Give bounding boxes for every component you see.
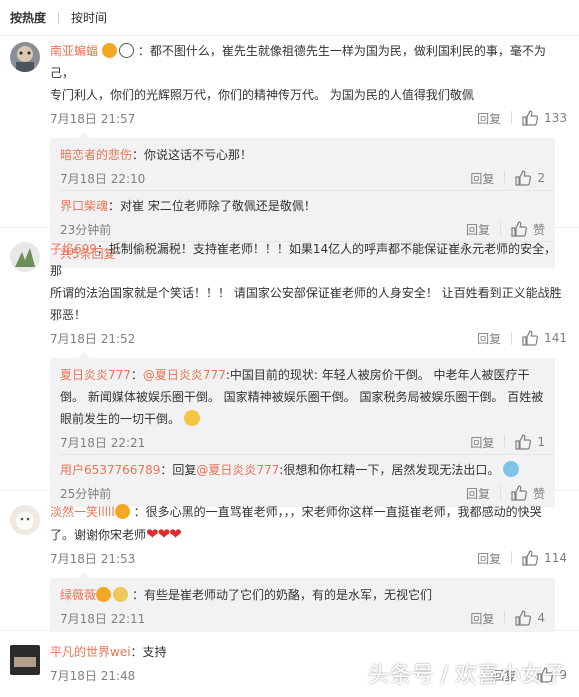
comment-time: 7月18日 21:53 — [50, 551, 136, 566]
comment-item: 南亚蝙蝠 ：都不图什么，崔先生就像祖德先生一样为国为民，做利国利民的事，毫不为己… — [0, 36, 579, 268]
comment-body-line: 专门利人，你们的光辉照万代，你们的精神传万代。 为国为民的人值得我们敬佩 — [50, 88, 474, 102]
thumbs-up-icon — [515, 434, 532, 450]
user-badges — [96, 587, 129, 602]
panda-badge-icon — [118, 43, 134, 58]
divider — [511, 111, 513, 125]
emoji-icon — [503, 461, 520, 477]
comment-item: 子焰699：抵制偷税漏税！支持崔老师！！！如果14亿人的呼声都不能保证崔永元老师… — [0, 228, 579, 507]
thumbs-up-icon — [515, 610, 532, 626]
divider — [511, 551, 513, 565]
comment-username[interactable]: 南亚蝙蝠 — [50, 44, 98, 58]
reply-username[interactable]: 绿薇薇 — [60, 588, 96, 602]
reply-button[interactable]: 回复 — [477, 550, 501, 567]
comment-body-line: 了。谢谢你宋老师 — [50, 528, 147, 542]
avatar[interactable] — [10, 505, 40, 535]
reply-list: 绿薇薇 ：有些是崔老师动了它们的奶酪，有的是水军，无视它们 7月18日 22:11… — [50, 572, 555, 632]
emoji-icon — [183, 410, 200, 426]
divider — [504, 171, 506, 185]
mention-link[interactable]: @夏日炎炎777 — [143, 368, 226, 382]
like-button[interactable]: 1 — [515, 434, 545, 450]
reply-text: :中国目前的现状: 年轻人被房价干倒。 中老年人被医疗干 — [225, 368, 530, 382]
divider — [504, 611, 506, 625]
reply-time: 7月18日 22:11 — [60, 611, 146, 626]
reply-text: ：有些是崔老师动了它们的奶酪，有的是水军，无视它们 — [132, 588, 433, 602]
reply-button[interactable]: 回复 — [477, 110, 501, 127]
user-badges — [101, 43, 134, 58]
sort-bar: 按热度 按时间 — [0, 0, 579, 36]
like-count: 114 — [544, 551, 567, 565]
like-button[interactable]: 141 — [522, 330, 567, 346]
reply-item: 夏日炎炎777：@夏日炎炎777:中国目前的现状: 年轻人被房价干倒。 中老年人… — [60, 360, 555, 455]
reply-username[interactable]: 暗恋者的悲伤 — [60, 148, 132, 162]
like-count: 2 — [537, 171, 545, 185]
reply-text: :很想和你杠精一下，居然发现无法出口。 — [279, 463, 500, 477]
reply-username[interactable]: 界口柴魂 — [60, 199, 108, 213]
avatar[interactable] — [10, 645, 40, 675]
reply-button[interactable]: 回复 — [477, 330, 501, 347]
comment-username[interactable]: 子焰699 — [50, 242, 97, 256]
reply-button[interactable]: 回复 — [470, 170, 494, 187]
reply-time: 7月18日 22:21 — [60, 435, 146, 450]
member-badge-icon — [114, 504, 130, 519]
avatar[interactable] — [10, 42, 40, 72]
like-count: 141 — [544, 331, 567, 345]
reply-text-line: 眼前发生的一切干倒。 — [60, 412, 181, 426]
comment-body-line: 所谓的法治国家就是个笑话！！！ 请国家公安部保证崔老师的人身安全！ 让百姓看到正… — [50, 286, 562, 300]
like-count: 1 — [537, 435, 545, 449]
reply-button[interactable]: 回复 — [470, 610, 494, 627]
like-count: 4 — [537, 611, 545, 625]
divider — [504, 435, 506, 449]
comment-body: ：抵制偷税漏税！支持崔老师！！！如果14亿人的呼声都不能保证崔永元老师的安全，那 — [50, 242, 557, 278]
medal-badge-icon — [113, 587, 129, 602]
reply-list: 夏日炎炎777：@夏日炎炎777:中国目前的现状: 年轻人被房价干倒。 中老年人… — [50, 352, 555, 507]
reply-text: ：你说这话不亏心那！ — [132, 148, 253, 162]
comment-username[interactable]: 淡然一笑lllll — [50, 505, 115, 519]
thumbs-up-icon — [522, 330, 539, 346]
divider — [511, 331, 513, 345]
reply-item: 绿薇薇 ：有些是崔老师动了它们的奶酪，有的是水军，无视它们 7月18日 22:11… — [60, 580, 555, 630]
avatar[interactable] — [10, 242, 40, 272]
comment-username[interactable]: 平凡的世界wei — [50, 645, 131, 659]
member-badge-icon — [96, 587, 112, 602]
reply-username[interactable]: 夏日炎炎777 — [60, 368, 131, 382]
tab-sort-hot[interactable]: 按热度 — [10, 9, 46, 26]
reply-item: 暗恋者的悲伤：你说这话不亏心那！ 7月18日 22:10 回复 2 — [60, 140, 555, 191]
thumbs-up-icon — [522, 550, 539, 566]
like-button[interactable]: 2 — [515, 170, 545, 186]
comment-body: ：很多心黑的一直骂崔老师，，，宋老师你这样一直挺崔老师，我都感动的快哭 — [133, 505, 542, 519]
comment-item: 淡然一笑lllll ：很多心黑的一直骂崔老师，，，宋老师你这样一直挺崔老师，我都感… — [0, 491, 579, 632]
comment-meta: 7月18日 21:57 回复 133 — [50, 106, 567, 130]
reply-prefix: ：回复 — [160, 463, 197, 477]
like-button[interactable]: 4 — [515, 610, 545, 626]
mention-link[interactable]: @夏日炎炎777 — [196, 463, 279, 477]
comment-time: 7月18日 21:52 — [50, 331, 136, 346]
thumbs-up-icon — [515, 170, 532, 186]
thumbs-up-icon — [522, 110, 539, 126]
watermark: 头条号 / 欢喜小女子 — [367, 663, 565, 688]
like-button[interactable]: 114 — [522, 550, 567, 566]
reply-text-line: 倒。 新闻媒体被娱乐圈干倒。 国家精神被娱乐圈干倒。 国家税务局被娱乐圈干倒。 … — [60, 390, 544, 404]
reply-username[interactable]: 用户6537766789 — [60, 463, 160, 477]
comment-body: ：支持 — [130, 645, 167, 659]
heart-icons: ❤❤❤ — [146, 525, 182, 543]
like-count: 133 — [544, 111, 567, 125]
member-badge-icon — [101, 43, 117, 58]
tab-sort-time[interactable]: 按时间 — [71, 9, 107, 26]
comment-meta: 7月18日 21:53 回复 114 — [50, 546, 567, 570]
reply-time: 7月18日 22:10 — [60, 171, 146, 186]
comment-text: 南亚蝙蝠 ：都不图什么，崔先生就像祖德先生一样为国为民，做利国利民的事，毫不为己… — [50, 40, 567, 84]
divider — [58, 11, 60, 24]
reply-button[interactable]: 回复 — [470, 434, 494, 451]
user-badges — [114, 504, 130, 519]
comment-meta: 7月18日 21:52 回复 141 — [50, 326, 567, 350]
comment-time: 7月18日 21:57 — [50, 111, 136, 126]
like-button[interactable]: 133 — [522, 110, 567, 126]
reply-text: ：对崔 宋二位老师除了敬佩还是敬佩！ — [108, 199, 316, 213]
comment-body-line: 邪恶！ — [50, 308, 87, 322]
